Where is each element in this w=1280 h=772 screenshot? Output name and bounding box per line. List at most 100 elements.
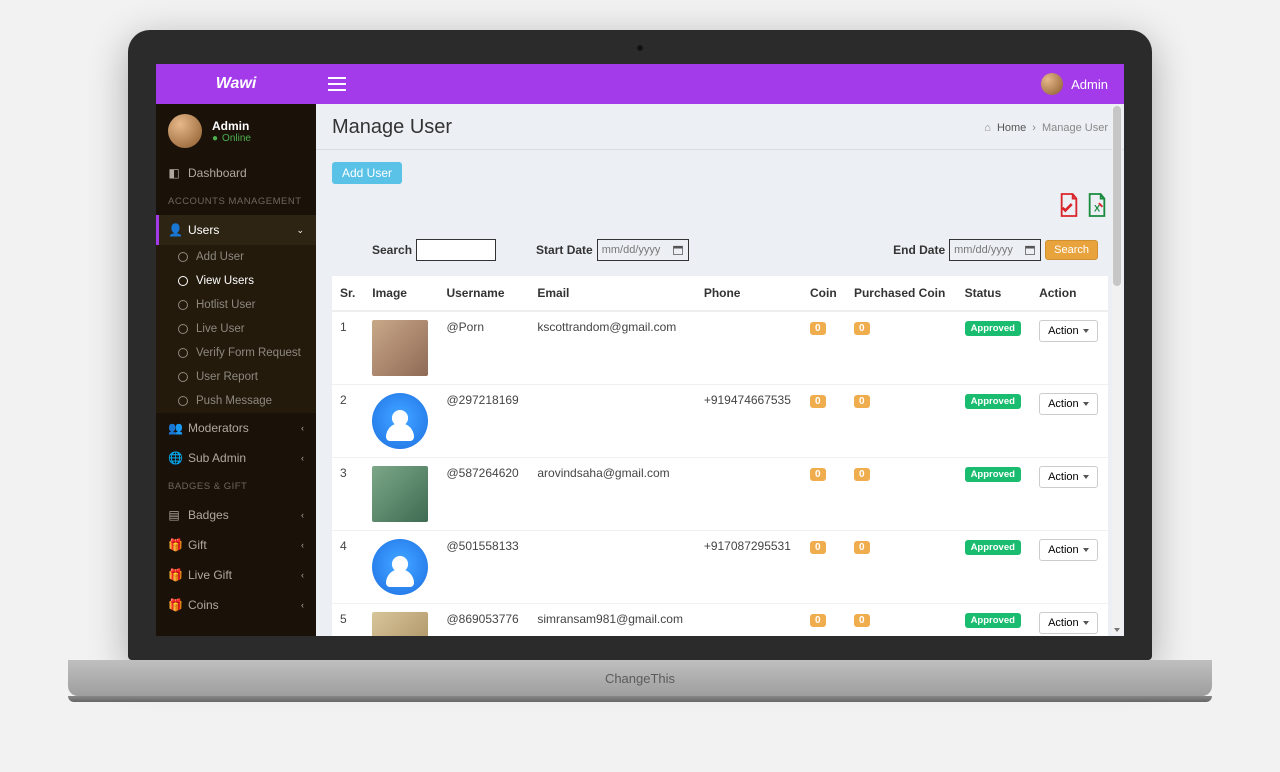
cell-image (364, 531, 438, 604)
user-image (372, 612, 428, 636)
topbar-user-menu[interactable]: Admin (1041, 73, 1124, 95)
cell-status: Approved (957, 311, 1032, 385)
sidebar-item-label: Users (188, 223, 219, 237)
sidebar-item-coins[interactable]: 🎁 Coins ‹ (156, 590, 316, 620)
scrollbar-vertical[interactable] (1112, 106, 1122, 634)
main-content: Manage User ⌂ Home › Manage User Add Use… (316, 104, 1124, 636)
purchased-badge: 0 (854, 614, 870, 627)
coin-badge: 0 (810, 541, 826, 554)
scrollbar-thumb[interactable] (1113, 106, 1121, 286)
cell-purchased: 0 (846, 604, 957, 637)
action-dropdown-button[interactable]: Action (1039, 320, 1098, 342)
sidebar-item-label: Badges (188, 508, 229, 522)
sidebar-submenu-users: Add User View Users Hotlist User Live Us… (156, 245, 316, 413)
user-image (372, 393, 428, 449)
sidebar-item-sub-admin[interactable]: 🌐 Sub Admin ‹ (156, 443, 316, 473)
breadcrumb-separator: › (1032, 122, 1036, 134)
cell-email: kscottrandom@gmail.com (529, 311, 695, 385)
export-pdf-icon[interactable] (1058, 192, 1080, 221)
sidebar-item-users[interactable]: 👤 Users ⌄ (156, 215, 316, 245)
sidebar: Admin Online ◧ Dashboard ACCOUNTS MANAGE… (156, 104, 316, 636)
sidebar-item-badges[interactable]: ▤ Badges ‹ (156, 500, 316, 530)
coin-badge: 0 (810, 614, 826, 627)
th-username: Username (438, 276, 529, 312)
cell-email (529, 531, 695, 604)
action-dropdown-button[interactable]: Action (1039, 539, 1098, 561)
avatar-icon (168, 114, 202, 148)
sidebar-item-label: Live Gift (188, 568, 232, 582)
status-badge: Approved (965, 467, 1021, 482)
breadcrumb-home[interactable]: Home (997, 122, 1026, 134)
action-dropdown-button[interactable]: Action (1039, 393, 1098, 415)
cell-status: Approved (957, 458, 1032, 531)
start-date-input[interactable]: mm/dd/yyyy (597, 239, 689, 261)
sidebar-sub-hotlist-user[interactable]: Hotlist User (156, 293, 316, 317)
sidebar-sub-push-message[interactable]: Push Message (156, 389, 316, 413)
cell-sr: 1 (332, 311, 364, 385)
search-input[interactable] (416, 239, 496, 261)
search-button[interactable]: Search (1045, 240, 1098, 260)
caret-down-icon (1083, 402, 1089, 406)
page-title: Manage User (332, 116, 452, 139)
end-date-input[interactable]: mm/dd/yyyy (949, 239, 1041, 261)
sidebar-sub-live-user[interactable]: Live User (156, 317, 316, 341)
sidebar-user-panel: Admin Online (156, 104, 316, 158)
cell-email: simransam981@gmail.com (529, 604, 695, 637)
cell-phone (696, 458, 802, 531)
export-excel-icon[interactable]: X (1086, 192, 1108, 221)
app-screen: Wawi Admin Admin Online (156, 64, 1124, 636)
add-user-button[interactable]: Add User (332, 162, 402, 184)
sidebar-sub-add-user[interactable]: Add User (156, 245, 316, 269)
breadcrumb-current: Manage User (1042, 122, 1108, 134)
action-dropdown-button[interactable]: Action (1039, 612, 1098, 634)
sidebar-item-label: Gift (188, 538, 207, 552)
cell-username: @Porn (438, 311, 529, 385)
hamburger-icon[interactable] (328, 77, 346, 91)
chevron-down-icon: ⌄ (296, 225, 304, 236)
users-icon: 👥 (168, 421, 180, 435)
sidebar-sub-view-users[interactable]: View Users (156, 269, 316, 293)
gift-icon: 🎁 (168, 538, 180, 552)
user-image (372, 320, 428, 376)
sidebar-user-status: Online (212, 133, 251, 144)
cell-coin: 0 (802, 311, 846, 385)
sidebar-sub-user-report[interactable]: User Report (156, 365, 316, 389)
dashboard-icon: ◧ (168, 166, 180, 180)
table-row: 4@501558133+91708729553100ApprovedAction (332, 531, 1108, 604)
cell-username: @297218169 (438, 385, 529, 458)
table-row: 1@Pornkscottrandom@gmail.com00ApprovedAc… (332, 311, 1108, 385)
cell-username: @587264620 (438, 458, 529, 531)
cell-purchased: 0 (846, 385, 957, 458)
table-header-row: Sr. Image Username Email Phone Coin Purc… (332, 276, 1108, 312)
brand-logo[interactable]: Wawi (156, 64, 316, 104)
sidebar-item-gift[interactable]: 🎁 Gift ‹ (156, 530, 316, 560)
purchased-badge: 0 (854, 468, 870, 481)
export-row: X (332, 192, 1108, 221)
status-badge: Approved (965, 394, 1021, 409)
topbar-user-name: Admin (1071, 77, 1108, 92)
cell-sr: 2 (332, 385, 364, 458)
chevron-left-icon: ‹ (301, 600, 304, 610)
sidebar-section-badges: BADGES & GIFT (156, 473, 316, 500)
filter-start-date: Start Date mm/dd/yyyy (536, 239, 689, 261)
laptop-base-label: ChangeThis (605, 671, 675, 686)
breadcrumb: ⌂ Home › Manage User (984, 122, 1108, 134)
cell-action: Action (1031, 385, 1108, 458)
status-badge: Approved (965, 540, 1021, 555)
table-row: 3@587264620arovindsaha@gmail.com00Approv… (332, 458, 1108, 531)
sidebar-item-live-gift[interactable]: 🎁 Live Gift ‹ (156, 560, 316, 590)
sidebar-item-moderators[interactable]: 👥 Moderators ‹ (156, 413, 316, 443)
caret-down-icon (1083, 621, 1089, 625)
caret-down-icon (1083, 548, 1089, 552)
sidebar-sub-verify-form[interactable]: Verify Form Request (156, 341, 316, 365)
chevron-left-icon: ‹ (301, 423, 304, 433)
book-icon: ▤ (168, 508, 180, 522)
action-dropdown-button[interactable]: Action (1039, 466, 1098, 488)
chevron-left-icon: ‹ (301, 540, 304, 550)
purchased-badge: 0 (854, 395, 870, 408)
sidebar-item-dashboard[interactable]: ◧ Dashboard (156, 158, 316, 188)
scroll-arrow-down-icon[interactable] (1114, 628, 1120, 632)
caret-down-icon (1083, 475, 1089, 479)
cell-phone: +917087295531 (696, 531, 802, 604)
globe-icon: 🌐 (168, 451, 180, 465)
